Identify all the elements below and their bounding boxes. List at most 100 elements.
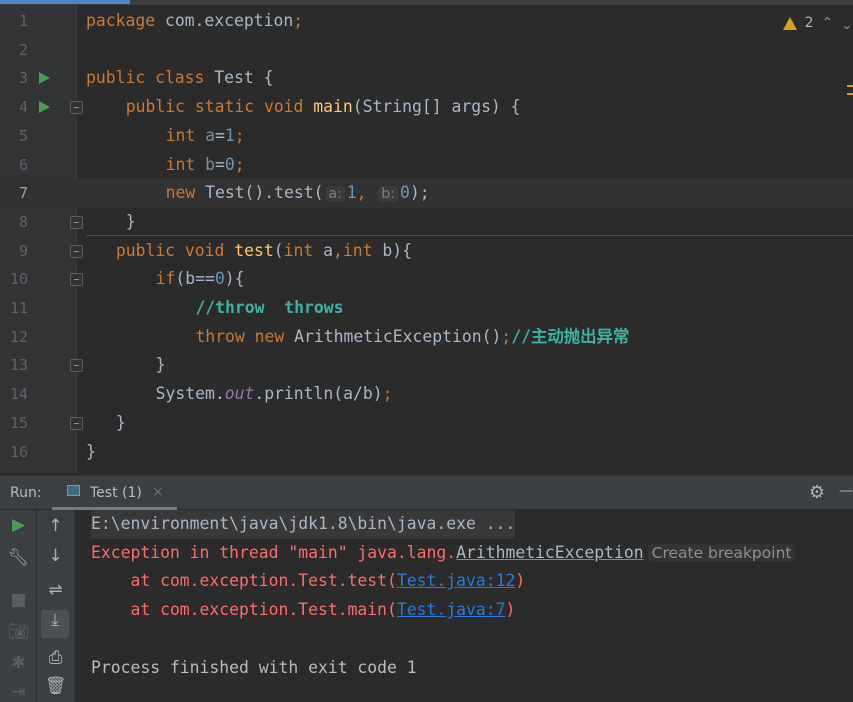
- line-number[interactable]: 4: [0, 93, 28, 122]
- code-line[interactable]: 15}: [0, 409, 853, 438]
- soft-wrap-icon[interactable]: ⇌: [37, 580, 74, 600]
- trace-text: ): [515, 571, 526, 591]
- code-line[interactable]: 5 int a=1;: [0, 122, 853, 151]
- parameter-hint: a:: [325, 186, 345, 203]
- source-link[interactable]: Test.java:7: [397, 600, 506, 619]
- code-token: a: [205, 125, 215, 145]
- code-token: ){: [224, 269, 245, 289]
- code-line[interactable]: 6 int b=0;: [0, 151, 853, 180]
- source-link[interactable]: Test.java:12: [397, 571, 515, 590]
- previous-highlight-icon[interactable]: ⌃: [822, 15, 834, 31]
- line-number[interactable]: 14: [0, 380, 28, 409]
- console-icon: [67, 485, 80, 496]
- code-line[interactable]: 13}: [0, 351, 853, 380]
- code-line[interactable]: 7 new Test().test(a: 1, b: 0);: [0, 179, 853, 208]
- gear-icon[interactable]: ⚙: [809, 482, 825, 503]
- code-token: public class: [86, 68, 215, 88]
- exception-prefix: Exception in thread "main" java.lang.: [91, 542, 457, 562]
- debug-icon[interactable]: ✱: [0, 653, 37, 673]
- warning-count: 2: [804, 15, 814, 31]
- create-breakpoint-button[interactable]: Create breakpoint: [647, 543, 796, 562]
- console-output[interactable]: E:\environment\java\jdk1.8\bin\java.exe …: [76, 510, 853, 702]
- run-toolbar-secondary: ↑ ↓ ⇌ ⤓ ⎙ 🗑︎: [37, 510, 75, 702]
- code-token: ;: [382, 384, 393, 404]
- down-arrow-icon[interactable]: ↓: [37, 546, 74, 566]
- rerun-icon[interactable]: ▶: [0, 515, 37, 535]
- hide-panel-icon[interactable]: —: [839, 483, 853, 499]
- code-line[interactable]: 11 //throw throws: [0, 294, 853, 323]
- code-line[interactable]: 3 public class Test {: [0, 64, 853, 93]
- line-number[interactable]: 1: [0, 7, 28, 36]
- code-line[interactable]: 16}: [0, 438, 853, 467]
- warning-marker[interactable]: [847, 93, 853, 95]
- camera-icon[interactable]: 📷︎: [0, 622, 37, 642]
- run-tab-label: Test (1): [90, 485, 142, 501]
- code-line[interactable]: 2: [0, 36, 853, 65]
- line-number[interactable]: 12: [0, 323, 28, 352]
- run-gutter-icon[interactable]: [39, 101, 50, 114]
- scroll-to-end-icon[interactable]: ⤓: [41, 610, 69, 638]
- code-token: 1: [224, 125, 235, 145]
- code-token: package: [86, 11, 165, 30]
- line-number[interactable]: 16: [0, 438, 28, 467]
- line-number[interactable]: 7: [0, 179, 28, 208]
- line-number[interactable]: 15: [0, 409, 28, 438]
- line-number[interactable]: 3: [0, 64, 28, 93]
- line-number[interactable]: 2: [0, 36, 28, 65]
- code-line[interactable]: 8}: [0, 208, 853, 237]
- line-number[interactable]: 13: [0, 351, 28, 380]
- up-arrow-icon[interactable]: ↑: [37, 516, 74, 536]
- run-panel-header: Run: Test (1) × ⚙ —: [0, 475, 853, 510]
- line-number[interactable]: 11: [0, 294, 28, 323]
- run-tab-test[interactable]: Test (1) ×: [52, 476, 177, 510]
- code-token: a: [323, 240, 333, 260]
- fold-icon[interactable]: [70, 101, 83, 115]
- code-token: com.exception: [164, 11, 294, 30]
- exception-class-link[interactable]: ArithmeticException: [456, 543, 644, 562]
- code-token: ArithmeticException(): [294, 326, 502, 346]
- fold-icon[interactable]: [70, 244, 83, 258]
- code-line[interactable]: 12 throw new ArithmeticException();//主动抛出…: [0, 323, 853, 352]
- trash-icon[interactable]: 🗑︎: [37, 676, 74, 696]
- stop-icon[interactable]: ■: [0, 590, 37, 610]
- code-token: );: [409, 183, 430, 203]
- run-gutter-icon[interactable]: [39, 72, 50, 85]
- code-token: ;: [234, 125, 245, 145]
- code-line[interactable]: 9 public void test(int a,int b){: [0, 237, 853, 266]
- code-token: new: [165, 183, 206, 203]
- code-text: new Test().test(a: 1, b: 0);: [166, 179, 430, 209]
- fold-icon[interactable]: [70, 273, 83, 287]
- code-line[interactable]: 14 System.out.println(a/b);: [0, 380, 853, 409]
- code-token: }: [155, 355, 166, 375]
- code-token: b){: [382, 240, 412, 260]
- print-icon[interactable]: ⎙: [37, 648, 74, 668]
- warning-marker[interactable]: [847, 85, 853, 87]
- fold-icon[interactable]: [70, 215, 83, 229]
- code-line[interactable]: 10 if(b==0){: [0, 265, 853, 294]
- code-text: package com.exception;: [86, 7, 303, 36]
- exception-line: Exception in thread "main" java.lang.Ari…: [91, 539, 796, 568]
- inspection-widget[interactable]: 2 ⌃ ⌃: [782, 13, 853, 33]
- line-number[interactable]: 9: [0, 237, 28, 266]
- console-command-line[interactable]: E:\environment\java\jdk1.8\bin\java.exe …: [91, 510, 516, 539]
- close-tab-icon[interactable]: ×: [152, 484, 164, 500]
- fold-icon[interactable]: [70, 359, 83, 373]
- code-text: if(b==0){: [156, 265, 245, 294]
- code-token: }: [125, 211, 136, 231]
- stack-trace-line: at com.exception.Test.test(Test.java:12): [91, 567, 525, 596]
- line-number[interactable]: 8: [0, 208, 28, 237]
- method-separator: [86, 235, 853, 236]
- fold-icon[interactable]: [70, 416, 83, 430]
- next-highlight-icon[interactable]: ⌃: [841, 15, 853, 31]
- active-tab-indicator: [0, 0, 130, 4]
- code-line[interactable]: 1 package com.exception;: [0, 7, 853, 36]
- code-editor[interactable]: 1 package com.exception; 2 3 public class Te…: [0, 5, 853, 473]
- line-number[interactable]: 10: [0, 265, 28, 294]
- code-token: 1: [346, 183, 357, 203]
- code-line[interactable]: 4 public static void main(String[] args) …: [0, 93, 853, 122]
- line-number[interactable]: 6: [0, 151, 28, 180]
- line-number[interactable]: 5: [0, 122, 28, 151]
- login-icon[interactable]: ⇥: [0, 682, 37, 702]
- wrench-icon[interactable]: 🔧︎: [0, 548, 37, 568]
- code-text: int a=1;: [166, 122, 245, 151]
